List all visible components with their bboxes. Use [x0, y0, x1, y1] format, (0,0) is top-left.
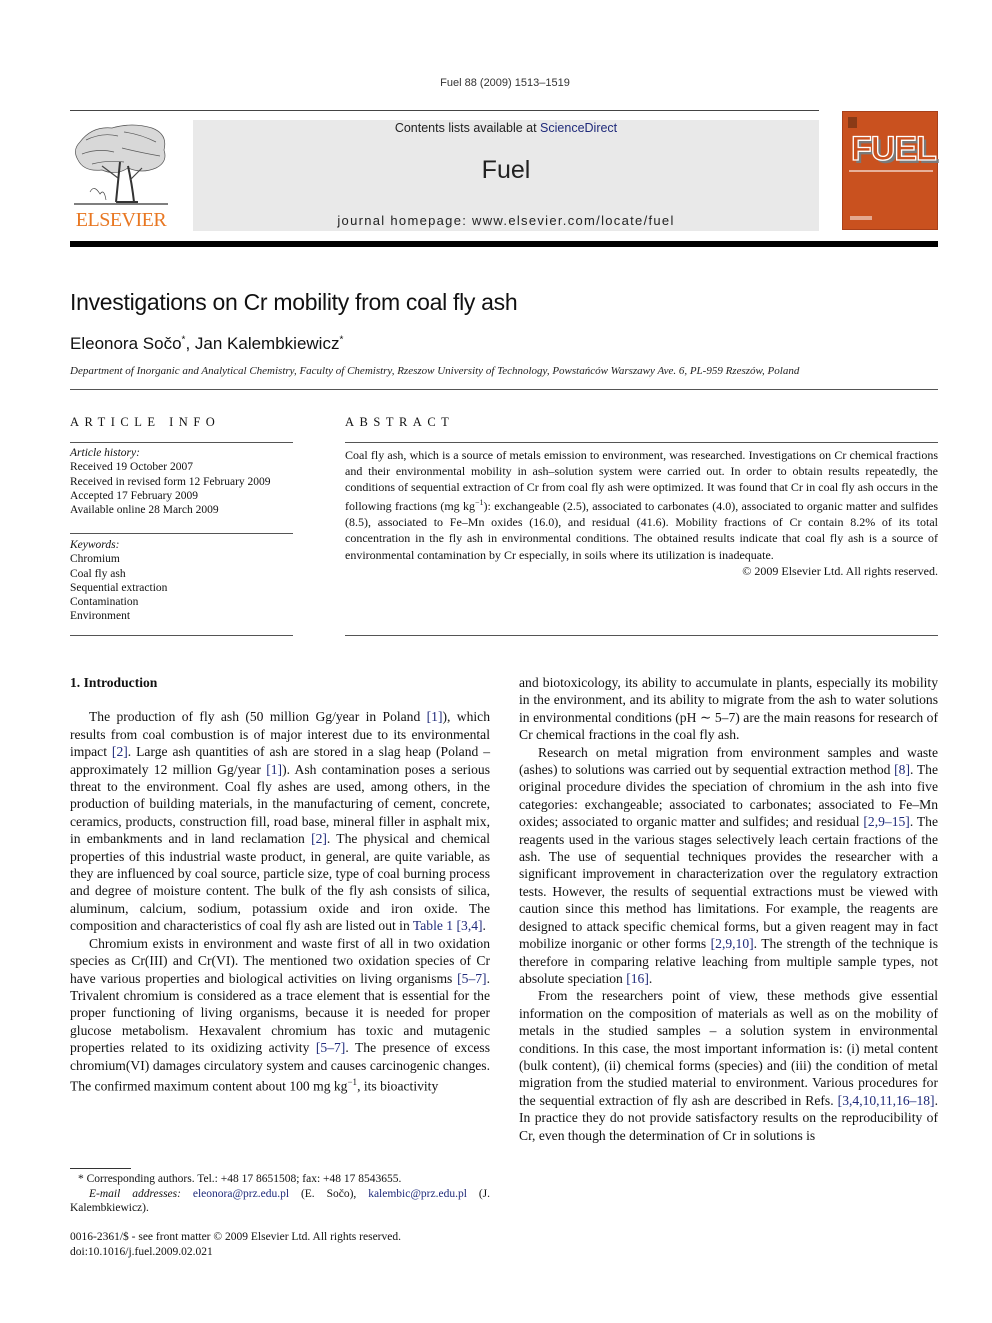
issn-line: 0016-2361/$ - see front matter © 2009 El… [70, 1231, 401, 1243]
citation-link[interactable]: [3,4] [457, 918, 483, 933]
issn-block: 0016-2361/$ - see front matter © 2009 El… [70, 1230, 401, 1259]
keywords: Keywords: Chromium Coal fly ash Sequenti… [70, 538, 293, 624]
citation-link[interactable]: [3,4,10,11,16–18] [838, 1093, 935, 1108]
article-info-bottom-rule [70, 635, 293, 636]
contents-prefix: Contents lists available at [394, 121, 541, 135]
body-column-right: and biotoxicology, its ability to accumu… [519, 674, 938, 1144]
email-link[interactable]: eleonora@prz.edu.pl [193, 1188, 289, 1200]
citation-link[interactable]: [5–7] [316, 1040, 345, 1055]
history-item: Received in revised form 12 February 200… [70, 475, 271, 488]
footnote-rule [70, 1168, 131, 1169]
body-paragraph: Research on metal migration from environ… [519, 744, 938, 988]
journal-name: Fuel [481, 156, 531, 184]
body-paragraph: Chromium exists in environment and waste… [70, 935, 490, 1095]
abstract-bottom-rule [345, 635, 938, 636]
keyword: Contamination [70, 596, 139, 609]
body-text: Chromium exists in environment and waste… [70, 935, 490, 986]
keyword: Coal fly ash [70, 567, 126, 580]
keyword: Chromium [70, 553, 120, 566]
citation-link[interactable]: [2,9–15] [863, 814, 909, 829]
unit-superscript: −1 [475, 498, 484, 508]
footnote-star: * [78, 1173, 84, 1185]
body-text: From the researchers point of view, thes… [519, 988, 938, 1108]
body-text: . The reagents used in the various stage… [519, 814, 938, 952]
keywords-rule [70, 533, 293, 534]
running-head: Fuel 88 (2009) 1513–1519 [440, 77, 570, 89]
article-info-rule [70, 442, 293, 443]
body-paragraph: The production of fly ash (50 million Gg… [70, 708, 490, 934]
cover-title: FUEL [850, 129, 937, 168]
citation-link[interactable]: [16] [626, 971, 649, 986]
citation-link[interactable]: [1] [266, 762, 282, 777]
citation-link[interactable]: [1] [427, 709, 443, 724]
abstract-body: Coal fly ash, which is a source of metal… [345, 447, 938, 579]
keywords-label: Keywords: [70, 539, 120, 551]
corresponding-author-footnote: * Corresponding authors. Tel.: +48 17 86… [70, 1172, 490, 1216]
doi-link[interactable]: doi:10.1016/j.fuel.2009.02.021 [70, 1245, 401, 1260]
cover-emblem-icon [848, 117, 857, 128]
keyword: Environment [70, 610, 131, 623]
body-text: , its bioactivity [357, 1078, 439, 1094]
citation-link[interactable]: Table 1 [413, 918, 453, 933]
body-text: . [482, 918, 486, 934]
citation-link[interactable]: [2] [112, 744, 128, 759]
body-column-left: 1. Introduction The production of fly as… [70, 674, 490, 1095]
article-history: Article history: Received 19 October 200… [70, 446, 293, 517]
author-list: Eleonora Sočo*, Jan Kalembkiewicz* [70, 334, 343, 354]
elsevier-wordmark: ELSEVIER [75, 209, 167, 231]
body-text: and biotoxicology, its ability to accumu… [519, 675, 938, 743]
body-text: Research on metal migration from environ… [519, 744, 938, 778]
author-name[interactable]: Jan Kalembkiewicz [195, 334, 340, 353]
masthead-thick-rule [70, 241, 938, 247]
article-history-label: Article history: [70, 447, 140, 459]
history-item: Accepted 17 February 2009 [70, 489, 199, 502]
history-item: Available online 28 March 2009 [70, 504, 219, 517]
elsevier-tree-icon [74, 124, 168, 205]
cover-publisher-mark [850, 216, 872, 220]
corresponding-mark[interactable]: * [339, 334, 343, 345]
affiliation: Department of Inorganic and Analytical C… [70, 365, 800, 377]
abstract-paragraph: Coal fly ash, which is a source of metal… [345, 447, 938, 563]
email-owner: (E. Sočo), [289, 1187, 369, 1200]
body-paragraph: From the researchers point of view, thes… [519, 987, 938, 1144]
citation-link[interactable]: [8] [894, 762, 910, 777]
contents-line: Contents lists available at ScienceDirec… [193, 121, 819, 135]
abstract-heading: ABSTRACT [345, 415, 455, 429]
journal-masthead: Contents lists available at ScienceDirec… [193, 120, 819, 231]
superscript: −1 [347, 1076, 358, 1087]
citation-link[interactable]: [2] [311, 831, 327, 846]
header-rule [70, 110, 819, 111]
author-separator: , [185, 334, 195, 353]
body-text: . [648, 970, 653, 986]
abstract-rule [345, 442, 938, 443]
citation-link[interactable]: [5–7] [457, 971, 486, 986]
article-info-heading: ARTICLE INFO [70, 415, 221, 429]
history-item: Received 19 October 2007 [70, 461, 193, 474]
abstract-copyright: © 2009 Elsevier Ltd. All rights reserved… [742, 563, 938, 578]
email-link[interactable]: kalembic@prz.edu.pl [368, 1188, 467, 1200]
author-name[interactable]: Eleonora Sočo [70, 334, 182, 353]
body-paragraph: and biotoxicology, its ability to accumu… [519, 674, 938, 744]
journal-cover-thumbnail[interactable]: FUEL [842, 111, 938, 230]
body-text: The production of fly ash (50 million Gg… [89, 709, 427, 725]
citation-link[interactable]: [2,9,10] [711, 936, 754, 951]
sciencedirect-link[interactable]: ScienceDirect [540, 121, 617, 135]
elsevier-logo[interactable]: ELSEVIER [70, 120, 172, 232]
email-label: E-mail addresses: [89, 1187, 181, 1200]
corresponding-info: Corresponding authors. Tel.: +48 17 8651… [86, 1173, 402, 1185]
article-title: Investigations on Cr mobility from coal … [70, 289, 518, 315]
keyword: Sequential extraction [70, 581, 168, 594]
journal-homepage-link[interactable]: journal homepage: www.elsevier.com/locat… [193, 213, 819, 228]
affiliation-rule [70, 389, 938, 390]
cover-subtitle-line [849, 170, 933, 172]
section-heading: 1. Introduction [70, 675, 158, 690]
